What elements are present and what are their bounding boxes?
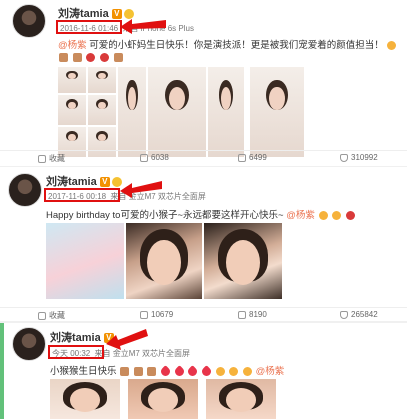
post-photo[interactable] xyxy=(148,67,206,157)
post-photo[interactable] xyxy=(126,223,202,299)
post-text: Happy birthday to可爱的小猴子~永远都要这样开心快乐~ @杨紫 xyxy=(46,207,356,221)
like-count: 310992 xyxy=(351,153,378,162)
verified-icon: V xyxy=(99,177,110,188)
smile-emoji-icon xyxy=(242,366,252,376)
rose-emoji-icon xyxy=(86,52,96,62)
cake-emoji-icon xyxy=(133,366,143,376)
like-icon xyxy=(340,310,348,319)
annotation-arrow-icon xyxy=(120,19,166,34)
smile-emoji-icon xyxy=(387,40,397,50)
smile-emoji-icon xyxy=(318,210,328,220)
avatar[interactable] xyxy=(12,4,46,38)
post-text-body: 小猴猴生日快乐 xyxy=(50,366,117,377)
like-button[interactable]: 265842 xyxy=(340,310,378,319)
post-photo[interactable] xyxy=(118,67,146,157)
highlight-box xyxy=(56,20,122,34)
like-button[interactable]: 310992 xyxy=(340,153,378,162)
cake-emoji-icon xyxy=(72,52,82,62)
highlight-box xyxy=(48,345,104,359)
weibo-post: 刘涛tamia V 2017-11-6 00:18 来自 金立M7 双芯片全面屏 … xyxy=(0,167,407,322)
emoji-row xyxy=(58,52,124,63)
author-name-text[interactable]: 刘涛tamia xyxy=(50,332,101,344)
comment-icon xyxy=(238,153,246,162)
mention-link[interactable]: @杨紫 xyxy=(256,366,285,377)
cake-emoji-icon xyxy=(113,52,123,62)
smile-emoji-icon xyxy=(215,366,225,376)
mention-link[interactable]: @杨紫 xyxy=(286,210,315,221)
rose-emoji-icon xyxy=(99,52,109,62)
post-photo[interactable] xyxy=(204,223,282,299)
weibo-post: 刘涛tamia V 今天 00:32 来自 金立M7 双芯片全面屏 小猴猴生日快乐… xyxy=(0,323,407,419)
post-actions: 收藏 6038 6499 310992 xyxy=(0,150,407,164)
post-photo[interactable] xyxy=(58,95,86,125)
repost-count: 6038 xyxy=(151,153,169,162)
favorite-label: 收藏 xyxy=(49,154,65,163)
annotation-arrow-icon xyxy=(106,329,148,350)
post-text: @杨紫 可爱的小虾妈生日快乐！你是演技派！更是被我们宠爱着的颜值担当！ xyxy=(58,37,397,51)
weibo-post: 刘涛tamiaV 2016-11-6 01:46 来自 iPhone 6s Pl… xyxy=(0,0,407,166)
post-text-body: Happy birthday to可爱的小猴子~永远都要这样开心快乐~ xyxy=(46,210,284,221)
post-text-body: 可爱的小虾妈生日快乐！你是演技派！更是被我们宠爱着的颜值担当！ xyxy=(89,40,384,51)
post-photo[interactable] xyxy=(250,67,304,157)
smile-emoji-icon xyxy=(332,210,342,220)
annotation-arrow-icon xyxy=(120,181,162,198)
star-icon xyxy=(38,154,46,163)
post-text: 小猴猴生日快乐 @杨紫 xyxy=(50,363,285,378)
comment-icon xyxy=(238,310,246,319)
comment-count: 8190 xyxy=(249,310,267,319)
rose-emoji-icon xyxy=(345,210,355,220)
post-photo[interactable] xyxy=(88,67,116,93)
author-name[interactable]: 刘涛tamia V xyxy=(46,173,122,189)
cake-emoji-icon xyxy=(120,366,130,376)
highlight-box xyxy=(44,188,120,202)
repost-icon xyxy=(140,153,148,162)
avatar[interactable] xyxy=(8,173,42,207)
author-name-text[interactable]: 刘涛tamia xyxy=(46,176,97,188)
heart-emoji-icon xyxy=(159,365,172,378)
mention-link[interactable]: @杨紫 xyxy=(58,40,87,51)
post-photo[interactable] xyxy=(88,95,116,125)
avatar[interactable] xyxy=(12,327,46,361)
comment-button[interactable]: 8190 xyxy=(238,310,267,319)
comment-count: 6499 xyxy=(249,153,267,162)
repost-count: 10679 xyxy=(151,310,174,319)
star-icon xyxy=(38,311,46,320)
post-photo[interactable] xyxy=(50,379,120,419)
repost-icon xyxy=(140,310,148,319)
heart-emoji-icon xyxy=(172,365,186,378)
smile-emoji-icon xyxy=(229,366,239,376)
comment-button[interactable]: 6499 xyxy=(238,153,267,162)
post-photo[interactable] xyxy=(58,67,86,93)
cake-emoji-icon xyxy=(147,366,157,376)
post-photo[interactable] xyxy=(46,223,124,299)
favorite-button[interactable]: 收藏 xyxy=(38,310,65,321)
favorite-button[interactable]: 收藏 xyxy=(38,153,65,164)
like-count: 265842 xyxy=(351,310,378,319)
cake-emoji-icon xyxy=(59,52,68,62)
heart-emoji-icon xyxy=(200,365,213,378)
repost-button[interactable]: 10679 xyxy=(140,310,173,319)
post-photo[interactable] xyxy=(206,379,276,419)
like-icon xyxy=(340,153,348,162)
heart-emoji-icon xyxy=(186,365,200,378)
post-photo[interactable] xyxy=(128,379,198,419)
post-photo[interactable] xyxy=(208,67,244,157)
repost-button[interactable]: 6038 xyxy=(140,153,169,162)
favorite-label: 收藏 xyxy=(49,311,65,320)
author-name-text[interactable]: 刘涛tamia xyxy=(58,8,109,20)
post-actions: 收藏 10679 8190 265842 xyxy=(0,307,407,321)
